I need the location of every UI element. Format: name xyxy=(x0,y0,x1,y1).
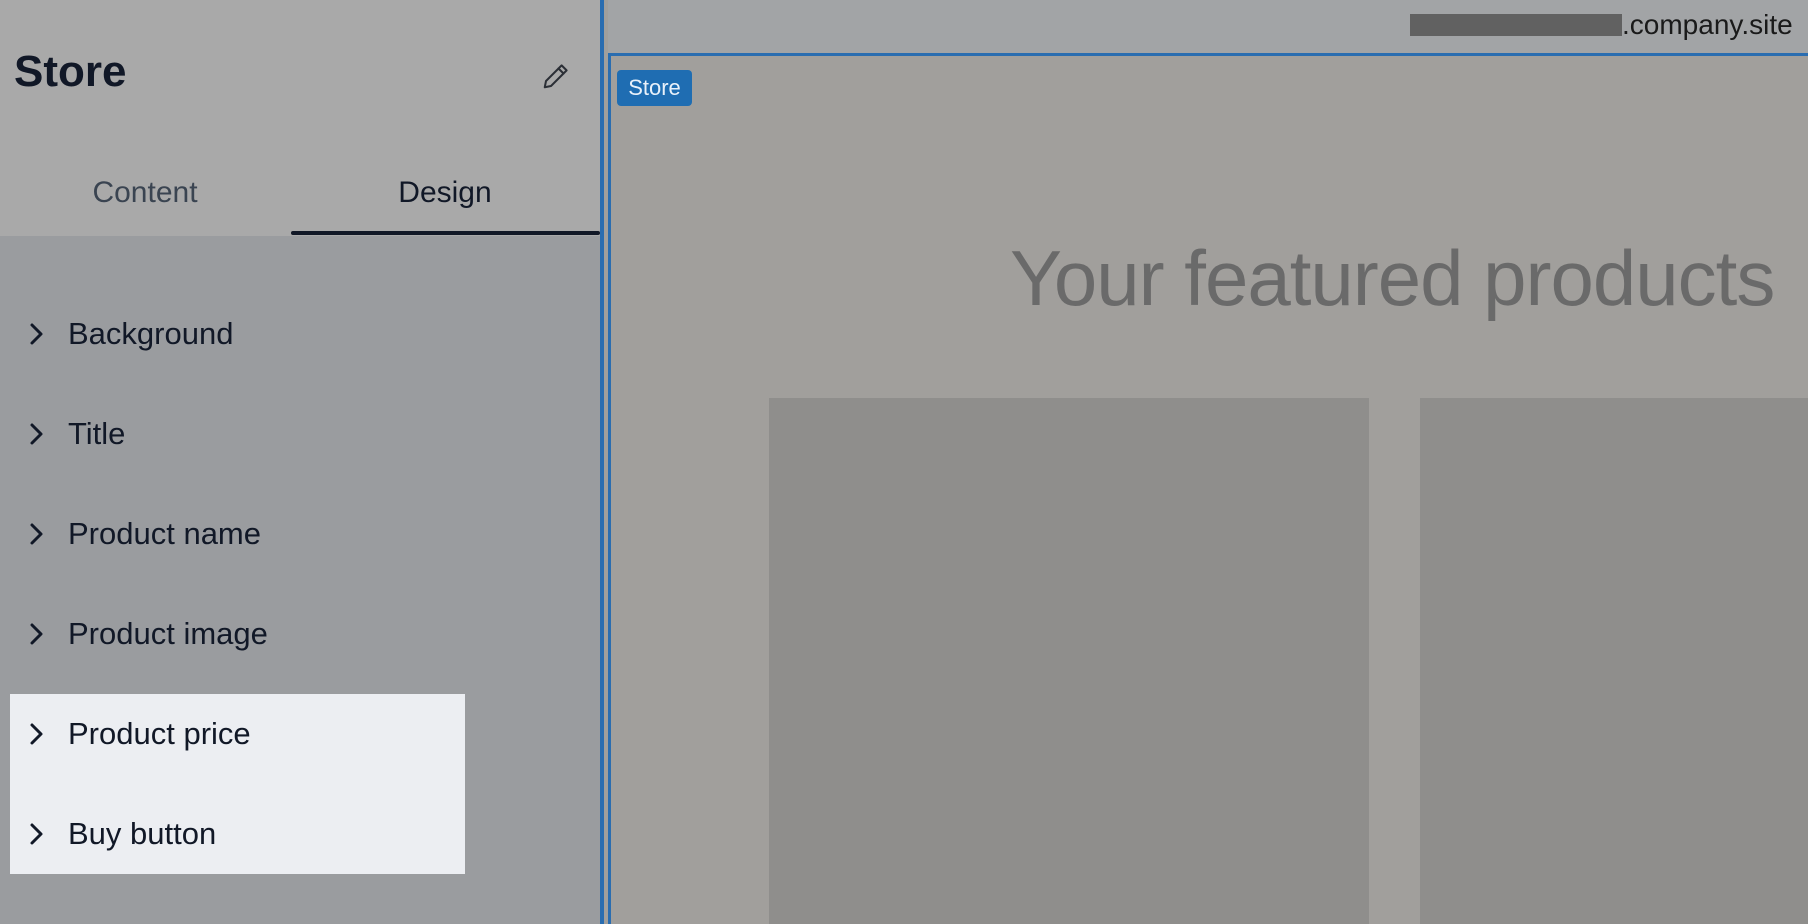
accordion-item-title[interactable]: Title xyxy=(10,384,465,484)
accordion-item-background[interactable]: Background xyxy=(10,284,465,384)
sidebar-header: Store Content Design xyxy=(0,0,600,236)
accordion-item-product-price[interactable]: Product price xyxy=(10,684,465,784)
accordion-label: Title xyxy=(68,416,126,451)
accordion-label: Buy button xyxy=(68,816,217,851)
section-badge[interactable]: Store xyxy=(617,70,692,106)
sidebar-title: Store xyxy=(14,47,127,96)
accordion-label: Product image xyxy=(68,616,268,651)
accordion-label: Background xyxy=(68,316,234,351)
featured-products-title: Your featured products xyxy=(1010,234,1775,322)
sidebar: Store Content Design Background Title Pr… xyxy=(0,0,604,924)
accordion-item-buy-button[interactable]: Buy button xyxy=(10,784,465,884)
chevron-right-icon xyxy=(22,620,50,648)
accordion-label: Product price xyxy=(68,716,251,751)
product-card[interactable] xyxy=(1420,398,1808,924)
redacted-domain xyxy=(1410,14,1622,36)
chevron-right-icon xyxy=(22,320,50,348)
pencil-icon xyxy=(543,64,568,89)
chevron-right-icon xyxy=(22,420,50,448)
chevron-right-icon xyxy=(22,720,50,748)
edit-title-button[interactable] xyxy=(534,54,578,98)
tab-design[interactable]: Design xyxy=(290,150,600,236)
accordion-label: Product name xyxy=(68,516,261,551)
tab-bar: Content Design xyxy=(0,150,600,236)
accordion-item-product-image[interactable]: Product image xyxy=(10,584,465,684)
active-tab-indicator xyxy=(291,231,600,235)
site-url[interactable]: .company.site xyxy=(1622,8,1793,42)
accordion-item-product-name[interactable]: Product name xyxy=(10,484,465,584)
chevron-right-icon xyxy=(22,820,50,848)
product-card[interactable] xyxy=(769,398,1369,924)
tab-content[interactable]: Content xyxy=(0,150,290,236)
chevron-right-icon xyxy=(22,520,50,548)
